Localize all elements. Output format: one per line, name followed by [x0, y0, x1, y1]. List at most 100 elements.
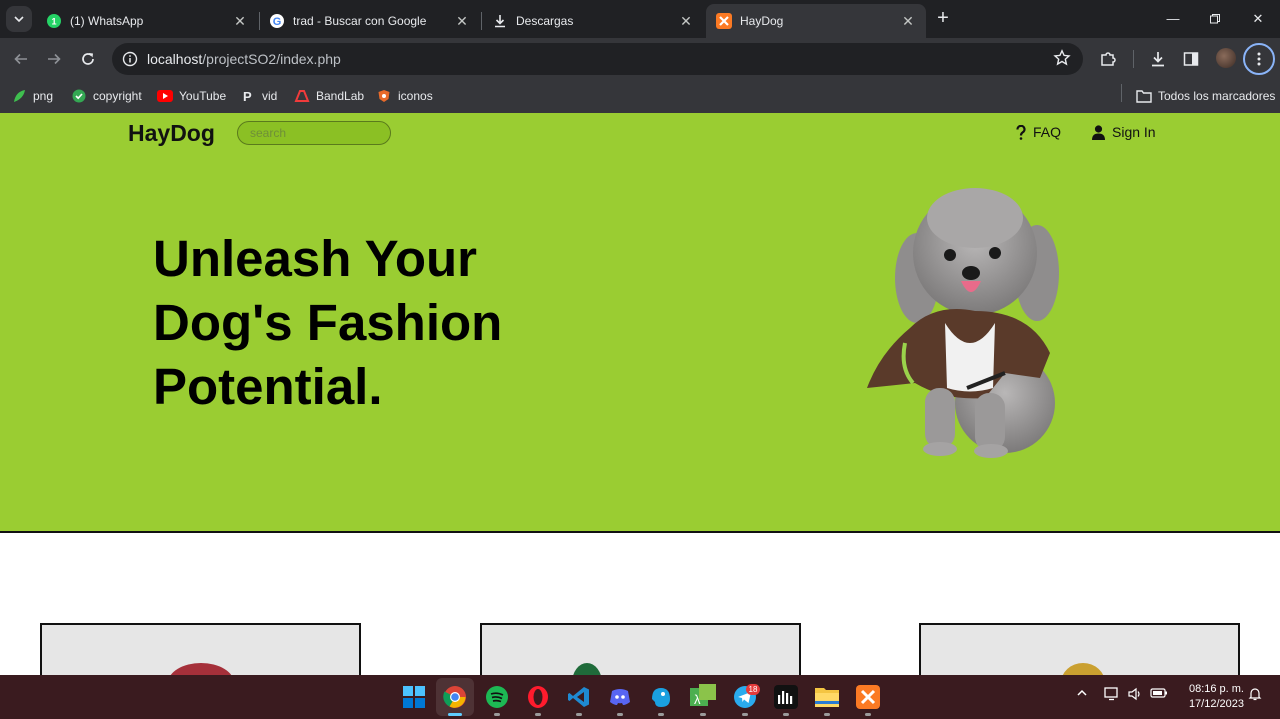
tab-downloads[interactable]: Descargas ✕ [482, 4, 704, 38]
windows-start-icon[interactable] [400, 683, 428, 711]
bookmark-youtube[interactable]: YouTube [157, 86, 226, 106]
toolbar-divider [1133, 50, 1134, 68]
product-card[interactable] [40, 623, 361, 675]
opera-icon[interactable] [524, 683, 552, 711]
bookmark-label: png [33, 89, 54, 103]
audio-app-icon[interactable] [772, 683, 800, 711]
faq-link[interactable]: FAQ [1016, 124, 1061, 140]
restore-button[interactable] [1204, 8, 1226, 30]
back-button[interactable] [9, 47, 33, 71]
close-icon[interactable]: ✕ [678, 13, 694, 29]
running-indicator [535, 713, 541, 716]
bookmark-label: YouTube [179, 89, 227, 103]
chrome-icon[interactable] [436, 678, 474, 716]
forward-button[interactable] [42, 47, 66, 71]
info-icon[interactable] [122, 51, 138, 67]
close-window-button[interactable]: ✕ [1247, 8, 1269, 30]
bookmarks-divider [1121, 84, 1122, 102]
web-page: HayDog FAQ Sign In Unleash Your Dog's Fa… [0, 113, 1280, 675]
browser-toolbar: localhost/projectSO2/index.php [0, 38, 1280, 80]
show-hidden-icons-button[interactable] [1076, 687, 1088, 699]
close-icon[interactable]: ✕ [232, 13, 248, 29]
tab-title: trad - Buscar con Google [293, 14, 427, 28]
svg-text:G: G [273, 16, 282, 28]
google-icon: G [269, 13, 285, 29]
running-indicator [494, 713, 500, 716]
more-vertical-icon [1257, 52, 1261, 66]
headline-line-2: Dog's Fashion [153, 294, 503, 351]
hero-section: HayDog FAQ Sign In Unleash Your Dog's Fa… [0, 113, 1280, 533]
xampp-icon[interactable] [854, 683, 882, 711]
star-icon[interactable] [1053, 49, 1071, 67]
tab-title: Descargas [516, 14, 574, 28]
restore-icon [1210, 14, 1220, 24]
product-image [168, 663, 234, 675]
p-logo-icon: P [240, 88, 256, 104]
user-icon [1092, 124, 1105, 140]
tab-search-button[interactable] [6, 6, 32, 32]
product-card[interactable] [480, 623, 801, 675]
minimize-button[interactable]: — [1162, 8, 1184, 30]
bookmark-iconos[interactable]: iconos [376, 86, 433, 106]
bookmark-vid[interactable]: P vid [240, 86, 277, 106]
address-bar[interactable]: localhost/projectSO2/index.php [112, 43, 1083, 75]
headline-line-1: Unleash Your [153, 230, 478, 287]
close-icon[interactable]: ✕ [454, 13, 470, 29]
product-card[interactable] [919, 623, 1240, 675]
running-indicator [448, 713, 462, 716]
hero-headline: Unleash Your Dog's Fashion Potential. [153, 227, 573, 419]
arrow-right-icon [48, 53, 61, 65]
tab-whatsapp[interactable]: 1 (1) WhatsApp ✕ [36, 4, 258, 38]
new-tab-button[interactable]: + [932, 8, 954, 30]
tab-haydog[interactable]: HayDog ✕ [706, 4, 926, 38]
tab-title: HayDog [740, 14, 784, 28]
sign-in-link[interactable]: Sign In [1092, 124, 1156, 140]
running-indicator [742, 713, 748, 716]
taskbar: λ [0, 675, 1280, 719]
running-indicator [658, 713, 664, 716]
chevron-down-icon [14, 16, 24, 23]
battery-icon[interactable] [1150, 687, 1168, 699]
spotify-icon[interactable] [483, 683, 511, 711]
running-indicator [700, 713, 706, 716]
running-indicator [783, 713, 789, 716]
reload-button[interactable] [76, 47, 100, 71]
extensions-button[interactable] [1097, 48, 1119, 70]
bookmark-png[interactable]: png [11, 86, 53, 106]
notifications-icon[interactable] [1248, 687, 1262, 701]
close-icon[interactable]: ✕ [900, 13, 916, 29]
bookmarks-bar: png copyright YouTube P vid BandLab icon… [0, 80, 1280, 113]
chevron-up-icon [1077, 689, 1087, 696]
all-bookmarks-button[interactable]: Todos los marcadores [1136, 86, 1275, 106]
display-icon[interactable] [1104, 687, 1120, 701]
translator-icon[interactable]: λ [689, 683, 717, 711]
bookmark-copyright[interactable]: copyright [71, 86, 142, 106]
vscode-icon[interactable] [565, 683, 593, 711]
leaf-icon [11, 88, 27, 104]
svg-text:P: P [243, 89, 252, 103]
app-icon[interactable] [647, 683, 675, 711]
file-explorer-icon[interactable] [813, 683, 841, 711]
xampp-icon [716, 13, 732, 29]
url-text[interactable]: localhost/projectSO2/index.php [147, 51, 341, 67]
search-input[interactable] [237, 121, 391, 145]
system-clock[interactable]: 08:16 p. m. 17/12/2023 [1176, 682, 1244, 712]
product-image [572, 663, 602, 675]
discord-icon[interactable] [606, 683, 634, 711]
tab-strip: 1 (1) WhatsApp ✕ G trad - Buscar con Goo… [0, 0, 1280, 38]
avatar[interactable] [1216, 48, 1236, 68]
question-icon [1016, 124, 1026, 140]
tab-google[interactable]: G trad - Buscar con Google ✕ [259, 4, 480, 38]
url-path: /projectSO2/index.php [202, 51, 341, 67]
reload-icon [82, 53, 94, 65]
side-panel-button[interactable] [1180, 48, 1202, 70]
site-logo[interactable]: HayDog [128, 120, 215, 147]
clock-time: 08:16 p. m. [1188, 683, 1244, 695]
chrome-menu-button[interactable] [1243, 43, 1275, 75]
volume-icon[interactable] [1127, 687, 1143, 701]
bookmark-bandlab[interactable]: BandLab [294, 86, 364, 106]
folder-icon [1136, 88, 1152, 104]
downloads-button[interactable] [1147, 48, 1169, 70]
notification-badge: 18 [746, 684, 760, 695]
bookmark-label: Todos los marcadores [1158, 89, 1276, 103]
